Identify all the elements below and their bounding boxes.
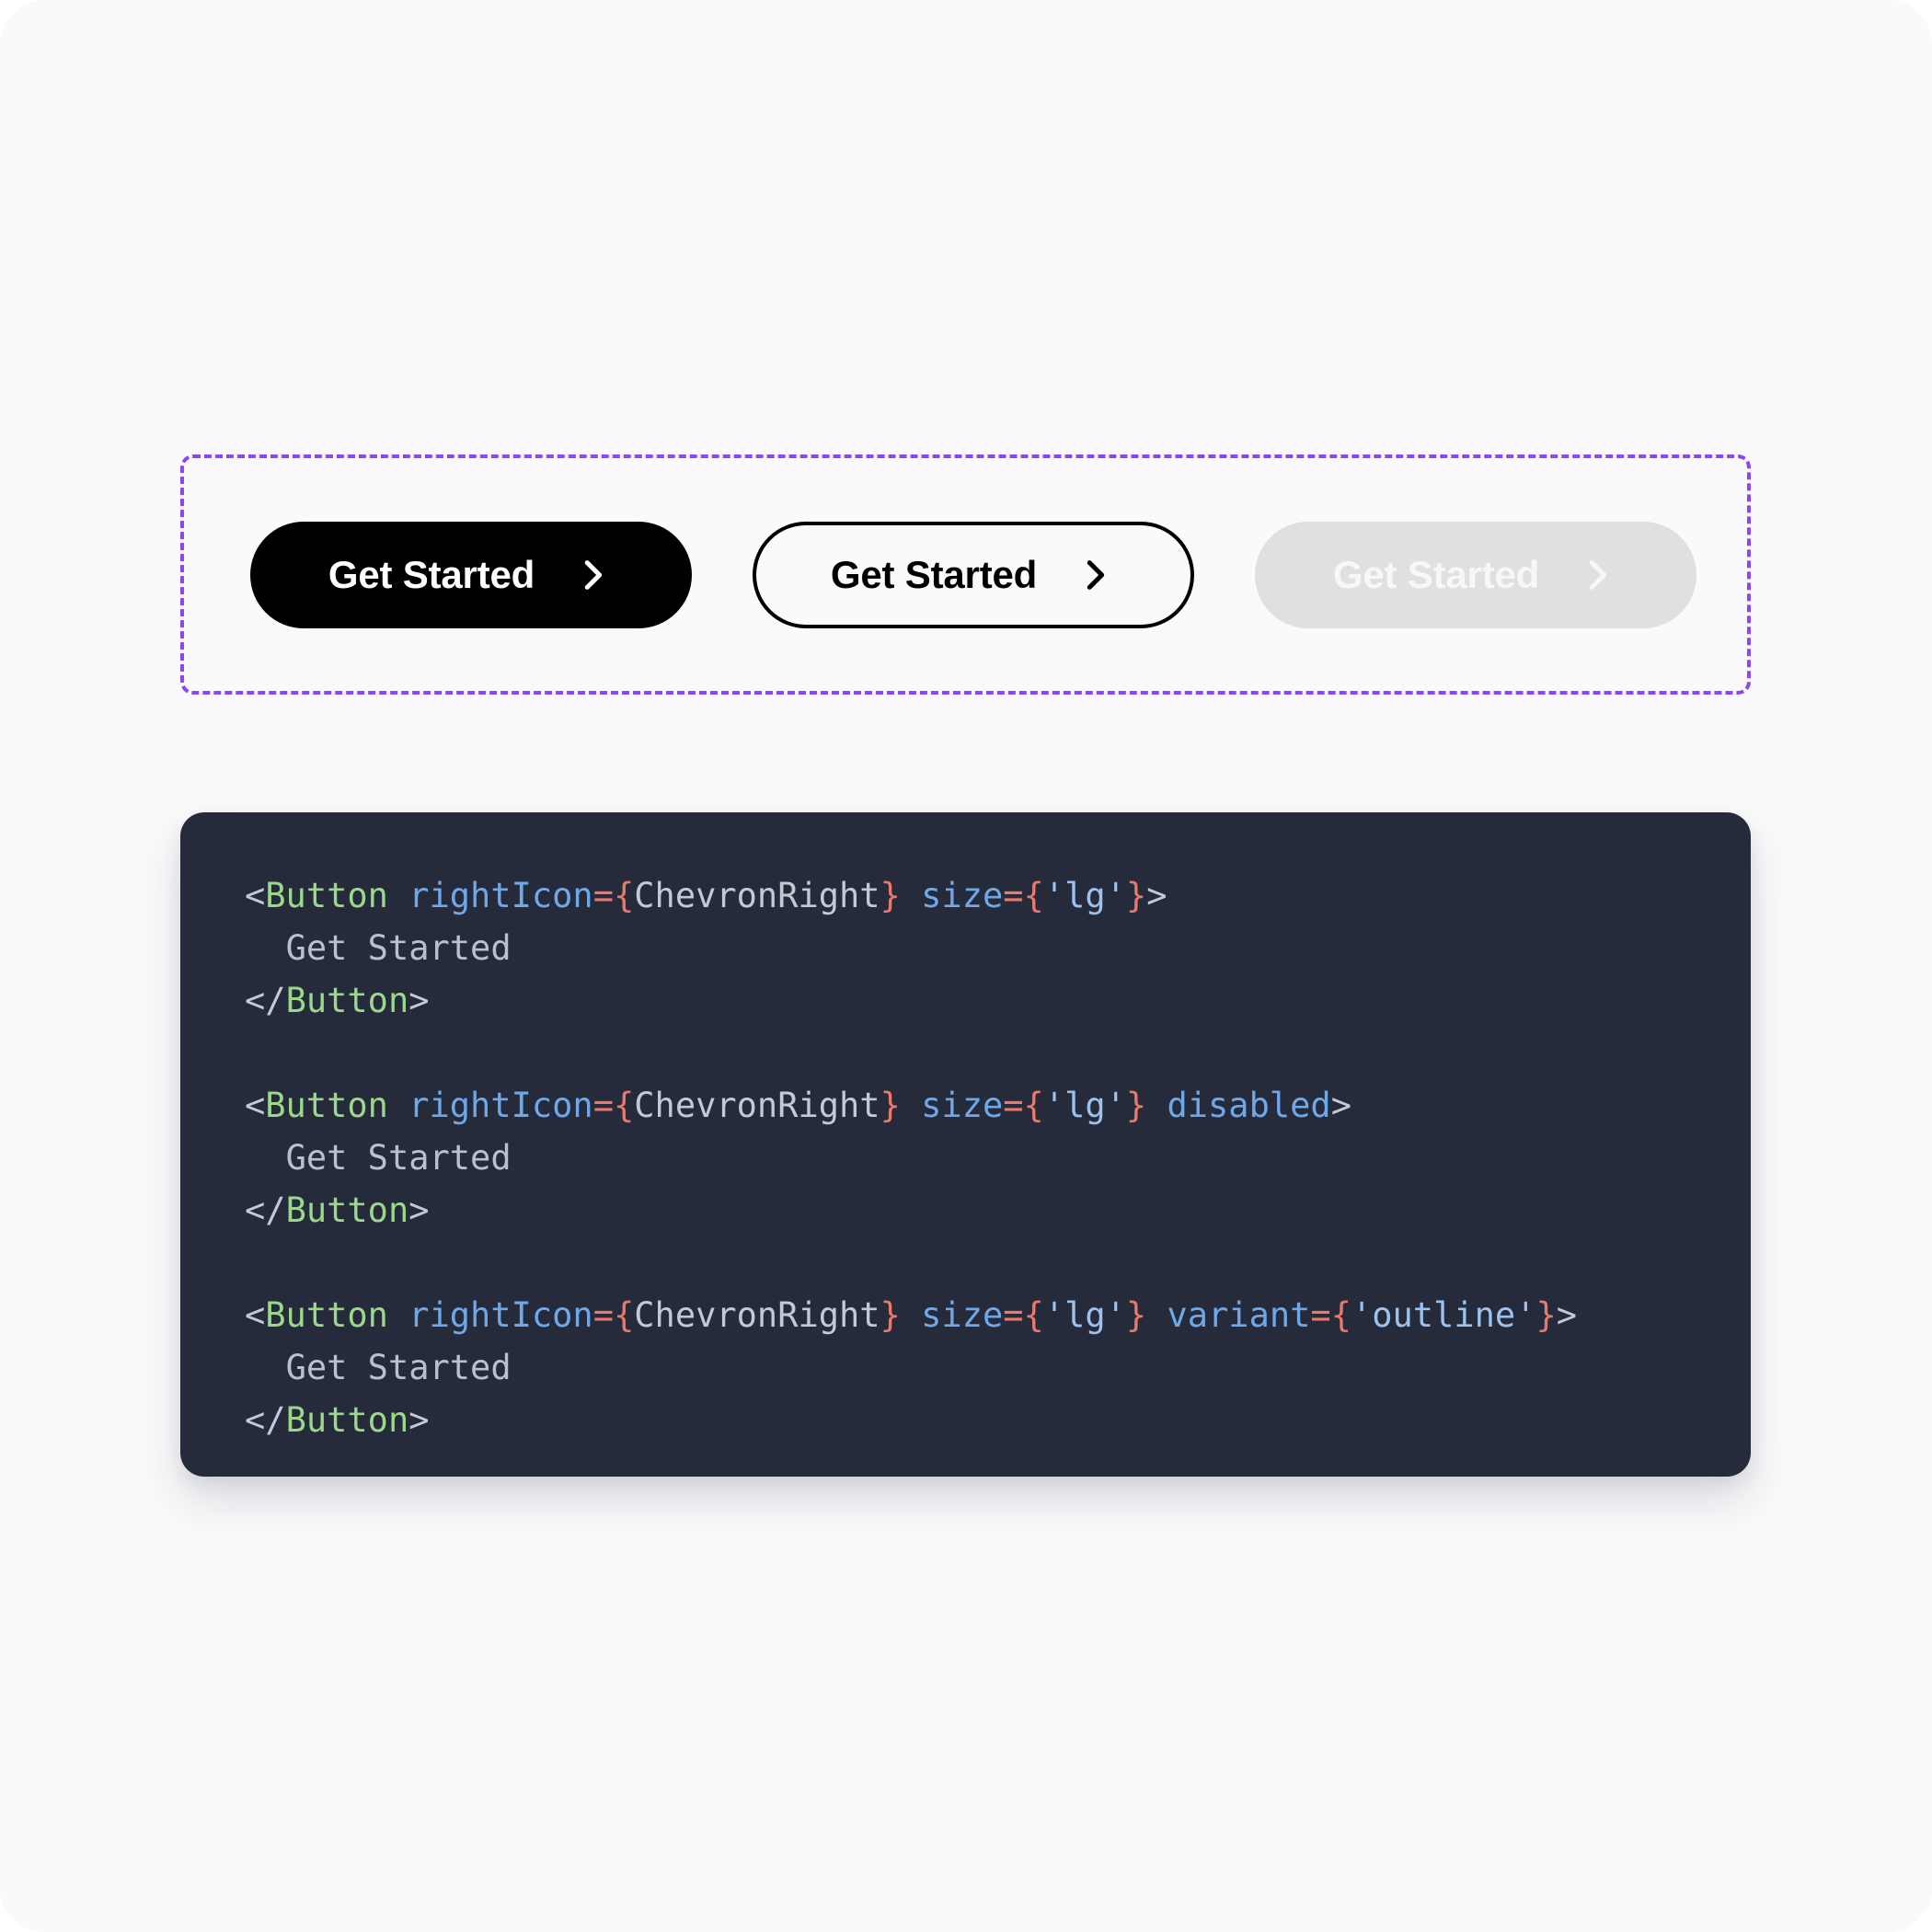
page-canvas: Get Started Get Started Get Started <But… — [0, 0, 1932, 1932]
get-started-button-solid[interactable]: Get Started — [250, 521, 692, 628]
get-started-button-outline[interactable]: Get Started — [753, 521, 1194, 628]
get-started-button-disabled-label: Get Started — [1332, 552, 1540, 596]
get-started-button-solid-label: Get Started — [328, 552, 535, 596]
code-snippet-text[interactable]: <Button rightIcon={ChevronRight} size={'… — [245, 869, 1686, 1446]
component-preview-region: Get Started Get Started Get Started — [180, 454, 1751, 695]
get-started-button-disabled: Get Started — [1255, 521, 1696, 628]
chevron-right-icon — [1576, 554, 1618, 596]
code-block: <Button rightIcon={ChevronRight} size={'… — [180, 812, 1751, 1477]
get-started-button-outline-label: Get Started — [830, 552, 1038, 596]
chevron-right-icon — [571, 554, 614, 596]
chevron-right-icon — [1074, 554, 1116, 596]
